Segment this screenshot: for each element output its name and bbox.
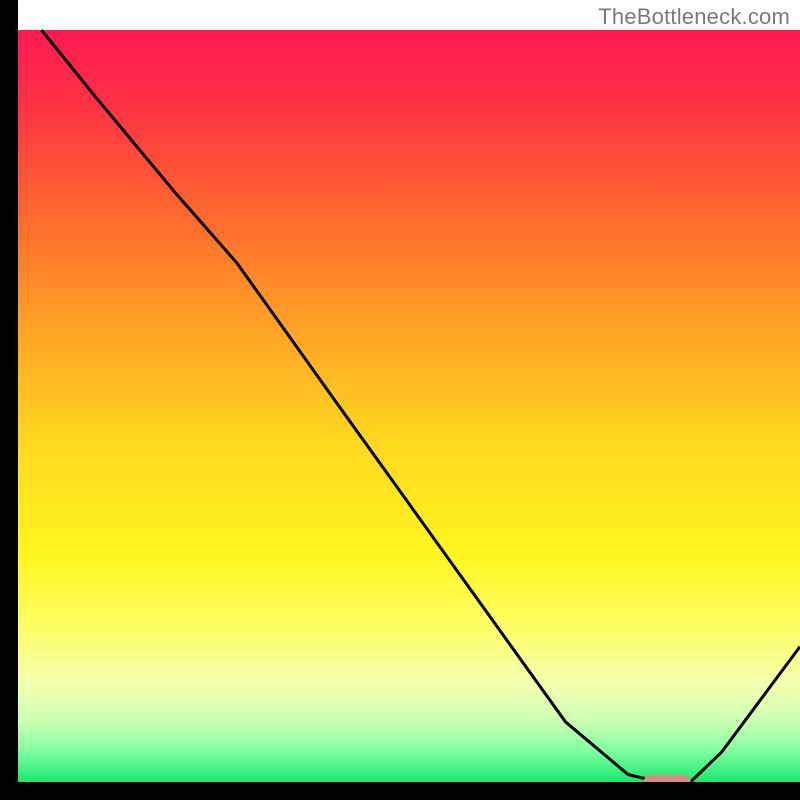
watermark-text: TheBottleneck.com [598, 4, 790, 30]
bottleneck-chart [0, 0, 800, 800]
chart-container: TheBottleneck.com [0, 0, 800, 800]
